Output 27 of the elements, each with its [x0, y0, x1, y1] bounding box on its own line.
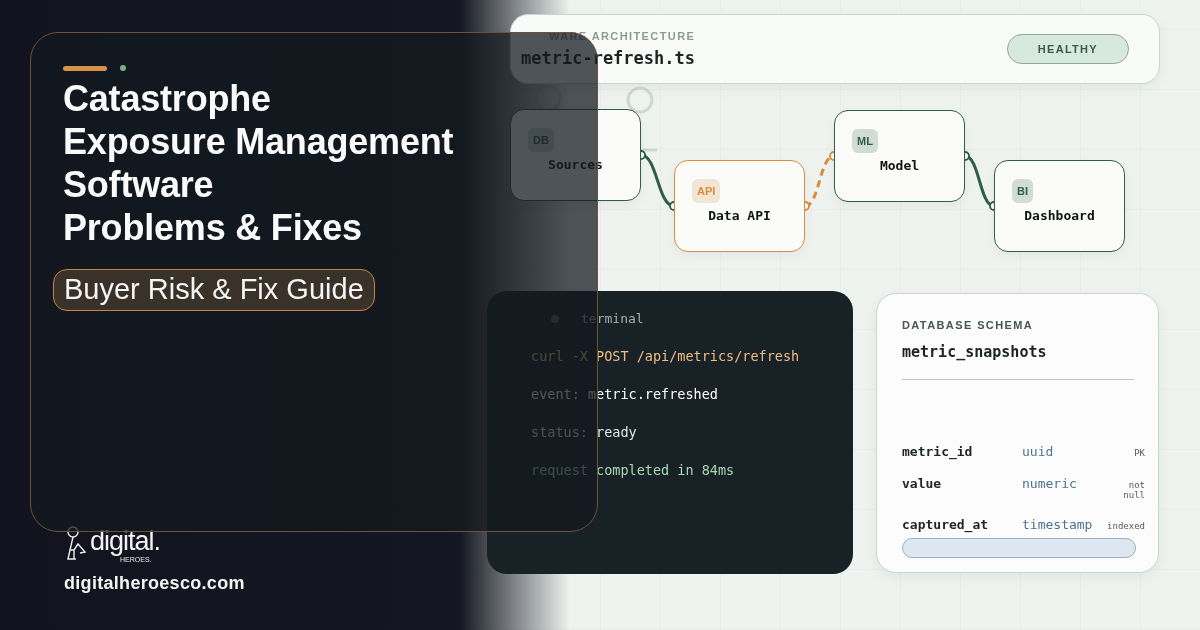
website-url: digitalheroesco.com: [64, 573, 246, 594]
column-constraint: indexed: [1106, 521, 1145, 531]
headline: Software: [63, 163, 214, 206]
headline: Catastrophe: [63, 77, 271, 120]
headline: Exposure Management: [63, 120, 454, 163]
column-name: value: [902, 476, 943, 491]
guide-tag: Buyer Risk & Fix Guide: [53, 269, 375, 311]
node-label: Model: [879, 157, 920, 173]
column-constraint: not null: [1122, 480, 1145, 500]
column-type: uuid: [1022, 444, 1055, 459]
column-name: captured_at: [902, 517, 990, 532]
node-badge: API: [692, 179, 721, 203]
column-type: numeric: [1022, 476, 1078, 491]
node-badge: ML: [852, 129, 878, 153]
node-badge: BI: [1012, 179, 1033, 203]
node-label: Data API: [708, 207, 771, 223]
column-type: timestamp: [1022, 517, 1094, 532]
table-name: metric_snapshots: [902, 343, 1134, 380]
node-label: Dashboard: [1024, 207, 1095, 223]
headline: Problems & Fixes: [63, 206, 362, 249]
logo-wordmark: digital.: [90, 526, 161, 556]
accent-dash: [63, 65, 107, 71]
status-pill: HEALTHY: [1006, 34, 1129, 64]
column-constraint: PK: [1133, 448, 1145, 458]
section-label: DATABASE SCHEMA: [902, 319, 1035, 331]
column-name: metric_id: [902, 444, 974, 459]
accent-dot: [120, 65, 126, 71]
